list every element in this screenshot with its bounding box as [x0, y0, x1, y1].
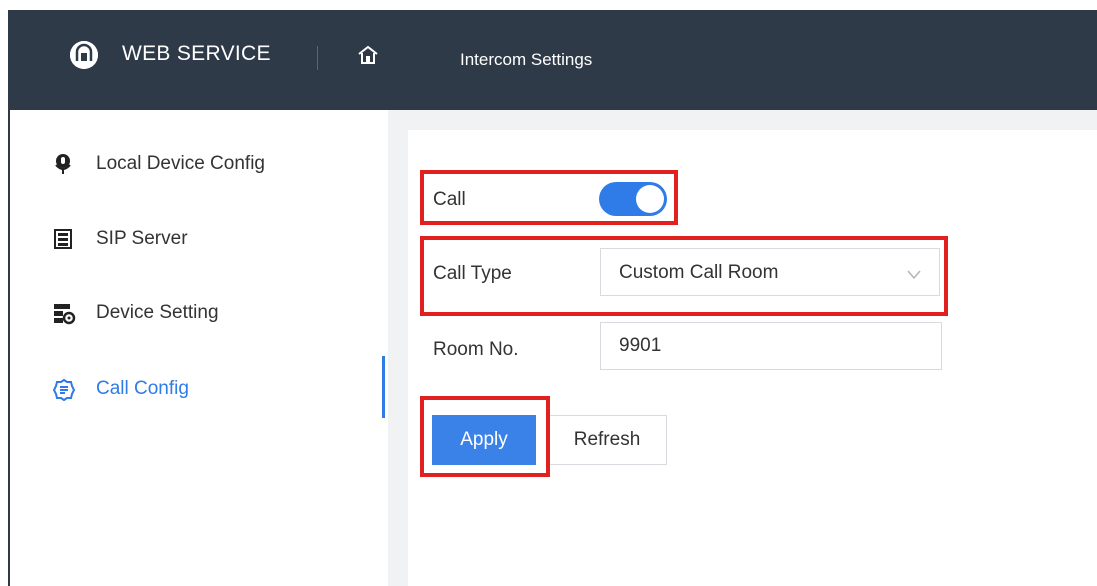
call-type-value: Custom Call Room	[619, 262, 779, 283]
sidebar-item-label: Device Setting	[96, 302, 219, 323]
call-type-label: Call Type	[433, 263, 512, 284]
sidebar-item-call-config[interactable]: Call Config	[10, 360, 385, 420]
page-title: Intercom Settings	[460, 50, 593, 69]
brand-name: WEB SERVICE	[122, 42, 271, 65]
home-icon[interactable]	[356, 43, 380, 72]
refresh-button[interactable]: Refresh	[547, 415, 667, 465]
call-type-select[interactable]: Custom Call Room	[600, 248, 940, 296]
active-indicator	[382, 356, 385, 418]
room-number-input[interactable]	[600, 322, 942, 370]
chevron-down-icon	[907, 267, 921, 285]
apply-button[interactable]: Apply	[432, 415, 536, 465]
left-edge	[0, 110, 8, 586]
server-icon	[52, 228, 74, 255]
sidebar-item-label: SIP Server	[96, 228, 188, 249]
call-config-icon	[52, 378, 76, 407]
sidebar-item-local-device-config[interactable]: Local Device Config	[10, 135, 385, 195]
sidebar-item-label: Call Config	[96, 378, 189, 399]
call-label: Call	[433, 189, 466, 210]
sidebar-item-device-setting[interactable]: Device Setting	[10, 284, 385, 344]
microphone-icon	[52, 153, 74, 180]
call-toggle[interactable]	[599, 182, 667, 216]
device-settings-icon	[52, 302, 76, 331]
sidebar-item-sip-server[interactable]: SIP Server	[10, 210, 385, 270]
room-number-label: Room No.	[433, 339, 519, 360]
sidebar: Local Device Config SIP Server Device Se…	[10, 110, 385, 586]
header-divider	[317, 46, 318, 70]
logo-icon	[70, 41, 98, 69]
toggle-knob	[636, 185, 664, 213]
sidebar-item-label: Local Device Config	[96, 153, 265, 174]
